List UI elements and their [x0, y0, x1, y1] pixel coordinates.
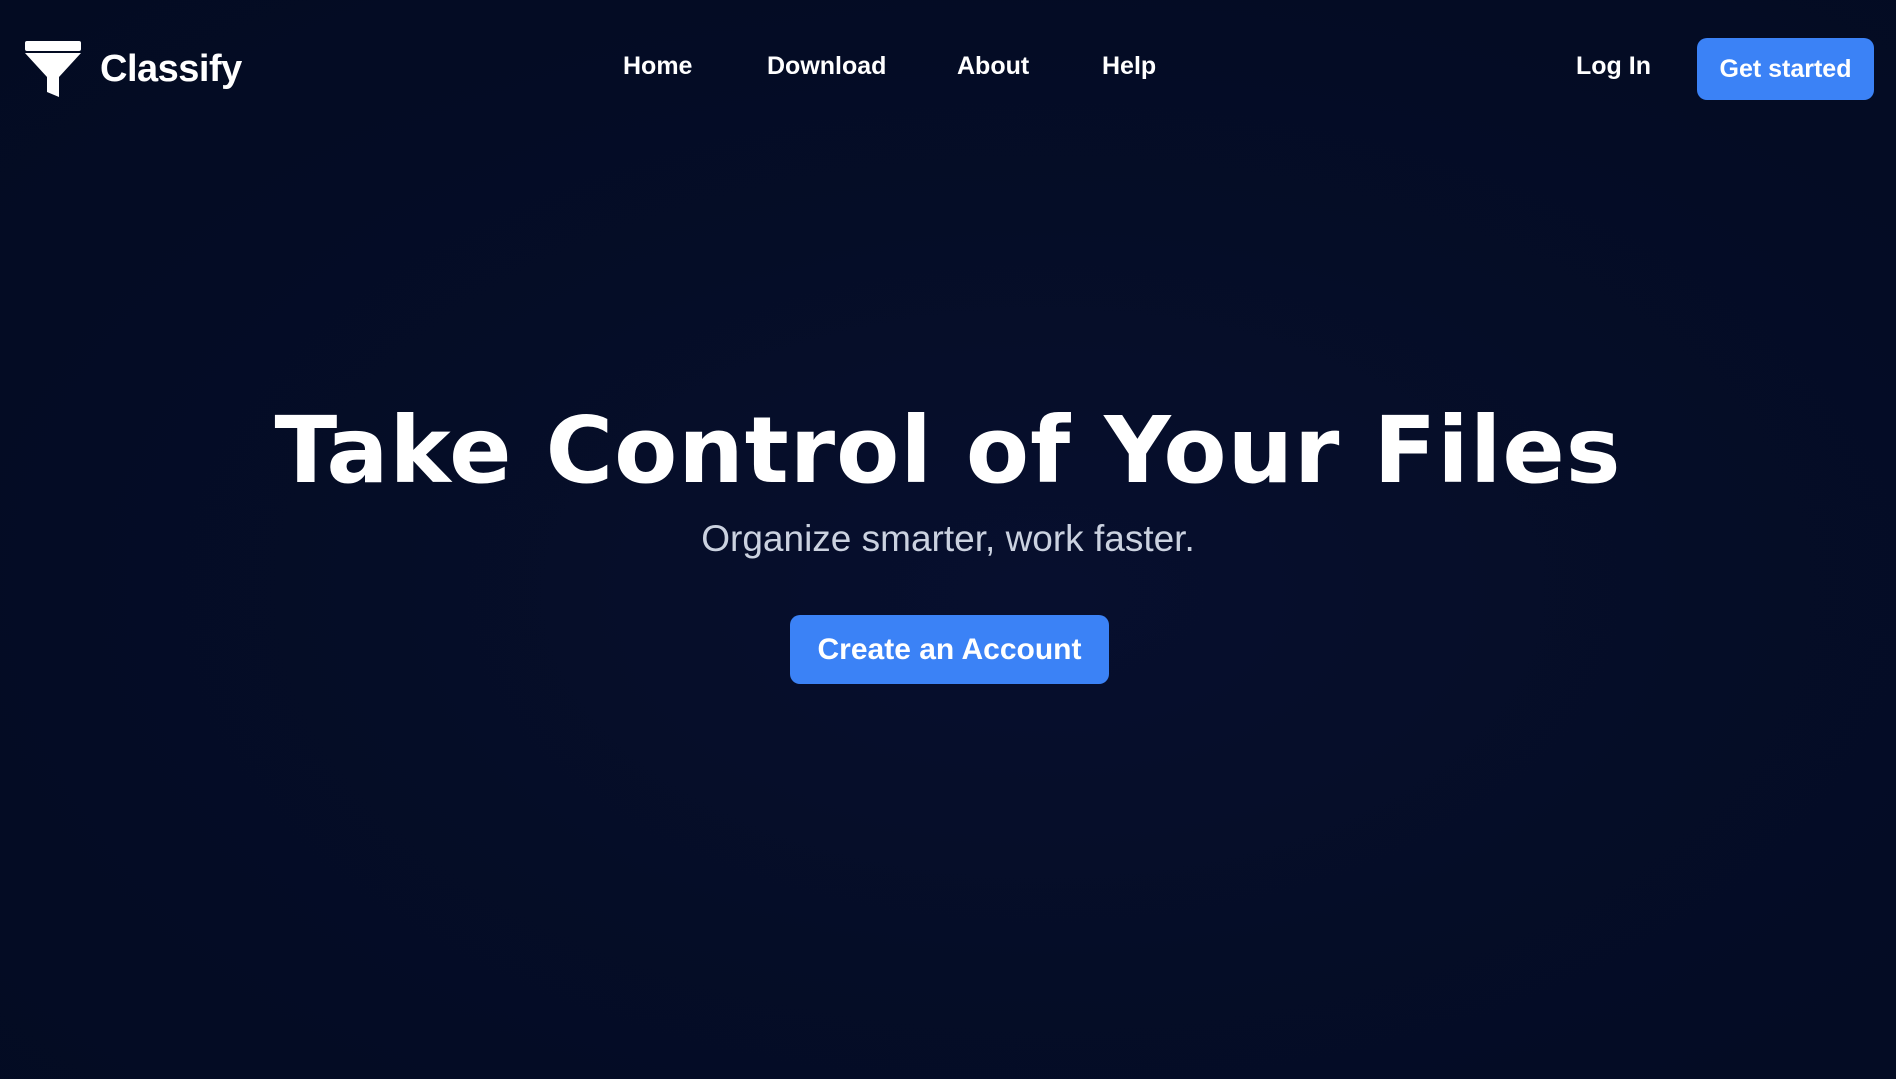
- landing-page: Classify Home Download About Help Log In…: [0, 0, 1896, 1079]
- hero-title: Take Control of Your Files: [274, 397, 1622, 504]
- hero-section: Take Control of Your Files Organize smar…: [0, 0, 1896, 1079]
- hero-subtitle: Organize smarter, work faster.: [701, 518, 1195, 559]
- create-account-button[interactable]: Create an Account: [790, 615, 1109, 684]
